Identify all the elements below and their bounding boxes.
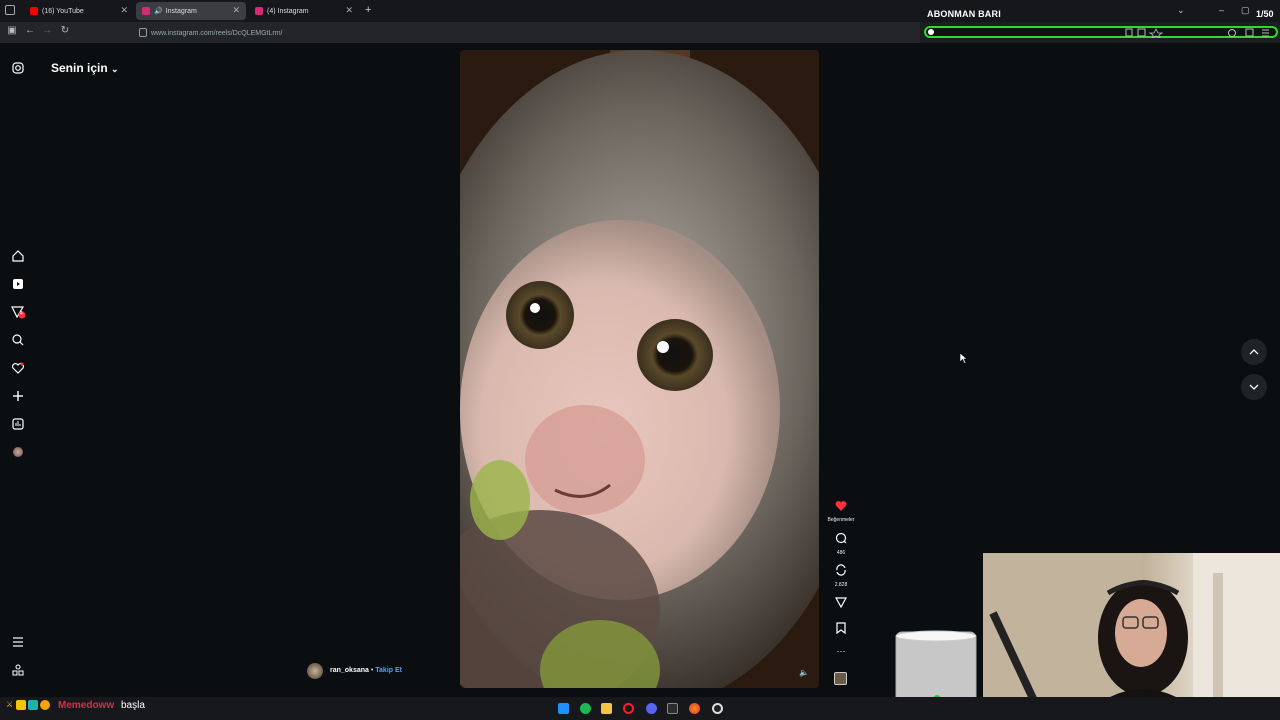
sword-badge-icon: ⚔ xyxy=(6,700,14,709)
speaker-icon: 🔊 xyxy=(154,8,163,15)
tab-label: (16) YouTube xyxy=(42,7,84,15)
monkey-video-frame xyxy=(460,50,819,688)
gift-badge-icon xyxy=(28,700,38,710)
more-options-label: ··· xyxy=(836,646,846,656)
instagram-icon xyxy=(142,7,150,15)
meta-apps-icon[interactable] xyxy=(11,663,25,677)
tab-label: Instagram xyxy=(165,7,197,15)
like-button[interactable]: Beğenmeler xyxy=(826,498,856,523)
tab-instagram-active[interactable]: 🔊 Instagram ✕ xyxy=(136,2,246,20)
more-options-button[interactable]: ··· xyxy=(826,646,856,656)
search-icon[interactable] xyxy=(11,333,25,347)
previous-reel-button[interactable] xyxy=(1241,339,1267,365)
audio-thumbnail[interactable] xyxy=(834,672,847,685)
author-row: ran_oksana • Takip Et xyxy=(330,667,402,674)
share-button[interactable] xyxy=(826,595,856,613)
heart-icon[interactable] xyxy=(11,361,25,375)
chat-username: Memedoww xyxy=(58,700,115,711)
firefox-icon[interactable] xyxy=(689,703,700,714)
abonman-count: 1/50 xyxy=(1256,9,1274,19)
reposts-count: 2.828 xyxy=(834,582,848,588)
restore-icon[interactable]: ▢ xyxy=(1241,5,1250,16)
share-icon xyxy=(834,597,848,609)
comment-icon xyxy=(835,532,847,544)
menu-icon[interactable] xyxy=(11,635,25,649)
url-field[interactable]: www.instagram.com/reels/DcQLEMGtLrm/ xyxy=(137,26,907,40)
chat-message: başla xyxy=(121,700,145,711)
obs-icon[interactable] xyxy=(712,703,723,714)
repost-button[interactable]: 2.828 xyxy=(826,563,856,588)
next-reel-button[interactable] xyxy=(1241,374,1267,400)
dashboard-icon[interactable] xyxy=(11,417,25,431)
bookmark-icon xyxy=(836,622,846,635)
heart-filled-icon xyxy=(835,501,847,511)
notification-badge: 4 xyxy=(20,311,23,317)
instagram-icon xyxy=(255,7,263,15)
spotify-icon[interactable] xyxy=(580,703,591,714)
tab-label: (4) Instagram xyxy=(267,7,309,15)
taskbar xyxy=(0,697,1280,720)
reload-icon[interactable]: ↻ xyxy=(58,25,72,36)
toolbar-icons xyxy=(1125,28,1269,38)
tab-youtube[interactable]: (16) YouTube ✕ xyxy=(24,2,134,20)
reel-video[interactable]: 🔈 xyxy=(460,50,819,688)
site-info-icon[interactable] xyxy=(139,28,147,37)
create-icon[interactable] xyxy=(11,389,25,403)
likes-label: Beğenmeler xyxy=(827,517,855,523)
crown-badge-icon xyxy=(16,700,26,710)
forward-icon[interactable]: → xyxy=(40,25,54,36)
author-avatar[interactable] xyxy=(307,663,323,679)
chevron-down-icon xyxy=(1249,384,1259,390)
file-explorer-icon[interactable] xyxy=(601,703,612,714)
home-icon[interactable] xyxy=(11,249,25,263)
repost-icon xyxy=(836,564,846,576)
chevron-down-icon: ⌄ xyxy=(111,64,119,74)
tab-bar: (16) YouTube ✕ 🔊 Instagram ✕ (4) Instagr… xyxy=(0,0,1280,22)
instagram-logo-icon[interactable] xyxy=(11,61,25,75)
streamer-camera xyxy=(983,553,1280,720)
page-title[interactable]: Senin için ⌄ xyxy=(51,61,119,75)
chevron-down-icon[interactable]: ⌄ xyxy=(1177,5,1185,16)
volume-icon[interactable]: 🔈 xyxy=(799,668,809,677)
page-title-text: Senin için xyxy=(51,61,108,75)
abonman-progress-fill xyxy=(928,29,934,35)
opera-icon[interactable] xyxy=(623,703,634,714)
comment-button[interactable]: 486 xyxy=(826,531,856,556)
youtube-icon xyxy=(30,7,38,15)
abonman-progress-bar xyxy=(924,26,1278,38)
webcam-feed xyxy=(983,553,1280,720)
close-icon[interactable]: ✕ xyxy=(120,5,128,16)
follow-button[interactable]: Takip Et xyxy=(375,667,402,674)
discord-icon[interactable] xyxy=(646,703,657,714)
comments-count: 486 xyxy=(836,550,846,556)
url-text: www.instagram.com/reels/DcQLEMGtLrm/ xyxy=(151,29,283,37)
terminal-icon[interactable] xyxy=(667,703,678,714)
minimize-icon[interactable]: – xyxy=(1219,5,1224,15)
chevron-up-icon xyxy=(1249,349,1259,355)
back-icon[interactable]: ← xyxy=(23,25,37,36)
new-tab-button[interactable]: + xyxy=(365,4,371,16)
mouse-cursor-icon xyxy=(960,353,968,364)
profile-avatar[interactable] xyxy=(11,445,25,459)
save-button[interactable] xyxy=(826,621,856,639)
windows-start-icon[interactable] xyxy=(558,703,569,714)
reels-icon[interactable] xyxy=(11,277,25,291)
tab-actions-icon[interactable] xyxy=(5,5,15,15)
close-icon[interactable]: ✕ xyxy=(232,5,240,16)
author-username[interactable]: ran_oksana xyxy=(330,667,369,674)
sidebar-toggle-icon[interactable]: ▣ xyxy=(5,25,19,36)
chat-badges: ⚔ xyxy=(6,700,50,710)
abonman-title: ABONMAN BARI xyxy=(927,9,1001,19)
coin-badge-icon xyxy=(40,700,50,710)
tab-instagram-2[interactable]: (4) Instagram ✕ xyxy=(249,2,359,20)
close-icon[interactable]: ✕ xyxy=(345,5,353,16)
